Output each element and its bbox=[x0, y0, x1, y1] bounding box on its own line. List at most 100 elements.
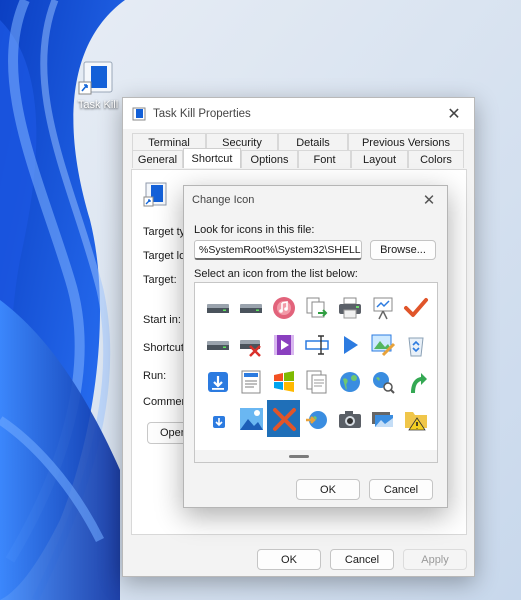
icon-cell[interactable] bbox=[201, 400, 234, 437]
play-icon bbox=[343, 335, 358, 354]
user-icon bbox=[436, 369, 439, 395]
icon-cell[interactable] bbox=[300, 326, 333, 363]
download-icon bbox=[207, 371, 228, 392]
icon-cell[interactable] bbox=[366, 400, 399, 437]
target-label: Target: bbox=[143, 274, 177, 286]
tab-previous-versions[interactable]: Previous Versions bbox=[348, 133, 464, 151]
run-label: Run: bbox=[143, 370, 167, 382]
change-icon-titlebar[interactable]: Change Icon ✕ bbox=[184, 186, 447, 214]
icon-cell[interactable] bbox=[267, 326, 300, 363]
drive-error-icon bbox=[239, 339, 261, 357]
change-icon-cancel-button[interactable]: Cancel bbox=[369, 479, 433, 500]
tab-row-2: General Shortcut Options Font Layout Col… bbox=[132, 148, 464, 168]
icon-cell[interactable] bbox=[201, 363, 234, 400]
icon-cell[interactable] bbox=[399, 400, 432, 437]
icon-cell[interactable] bbox=[333, 363, 366, 400]
icon-cell[interactable] bbox=[234, 326, 267, 363]
desktop-shortcut-task-kill[interactable]: Task Kill bbox=[70, 60, 126, 111]
icon-cell[interactable] bbox=[267, 363, 300, 400]
rename-icon bbox=[304, 334, 329, 355]
close-icon[interactable]: ✕ bbox=[434, 98, 474, 129]
small-download-icon bbox=[212, 415, 225, 428]
select-icon-label: Select an icon from the list below: bbox=[194, 268, 358, 280]
folder-warning-icon bbox=[404, 411, 427, 430]
icon-cell[interactable] bbox=[399, 289, 432, 326]
icon-cell[interactable] bbox=[333, 400, 366, 437]
shortcut-app-icon bbox=[78, 60, 118, 96]
icon-cell[interactable] bbox=[234, 363, 267, 400]
icon-cell[interactable] bbox=[432, 400, 439, 437]
windows-logo-icon bbox=[273, 370, 294, 392]
stacked-images-icon bbox=[371, 411, 393, 427]
tab-row-1: Terminal Security Details Previous Versi… bbox=[132, 133, 464, 151]
image-edit-icon bbox=[371, 334, 395, 356]
icon-cell[interactable] bbox=[267, 400, 300, 437]
globe-search-icon bbox=[372, 371, 395, 394]
properties-cancel-button[interactable]: Cancel bbox=[330, 549, 394, 570]
copy-document-icon bbox=[306, 297, 327, 317]
shortcut-small-icon bbox=[132, 107, 146, 120]
delete-x-icon bbox=[272, 407, 296, 431]
tab-options[interactable]: Options bbox=[241, 150, 298, 168]
music-disc-icon bbox=[272, 296, 295, 319]
properties-ok-button[interactable]: OK bbox=[257, 549, 321, 570]
tab-general[interactable]: General bbox=[132, 150, 183, 168]
change-icon-dialog: Change Icon ✕ Look for icons in this fil… bbox=[183, 185, 448, 508]
shortcut-label: Task Kill bbox=[77, 99, 119, 111]
icon-cell[interactable] bbox=[201, 326, 234, 363]
drive-icon bbox=[239, 303, 262, 313]
presentation-icon bbox=[373, 297, 392, 319]
icon-cell[interactable] bbox=[432, 326, 439, 363]
icon-grid bbox=[201, 289, 439, 437]
globe-icon bbox=[339, 371, 360, 392]
drive-icon bbox=[436, 332, 439, 358]
start-in-label: Start in: bbox=[143, 314, 181, 326]
icon-cell[interactable] bbox=[234, 289, 267, 326]
tab-font[interactable]: Font bbox=[298, 150, 351, 168]
checkmark-icon bbox=[403, 297, 428, 317]
shortcut-large-icon bbox=[143, 182, 167, 207]
recycle-bin-icon bbox=[407, 337, 424, 356]
device-icon bbox=[436, 295, 439, 321]
icon-cell[interactable] bbox=[300, 289, 333, 326]
icon-cell[interactable] bbox=[333, 289, 366, 326]
icon-cell[interactable] bbox=[366, 363, 399, 400]
change-icon-title: Change Icon bbox=[192, 194, 255, 206]
documents-icon bbox=[306, 370, 326, 393]
video-icon bbox=[273, 334, 294, 355]
icon-list[interactable] bbox=[194, 282, 438, 463]
horizontal-scrollbar[interactable] bbox=[195, 450, 437, 462]
icon-cell[interactable] bbox=[300, 363, 333, 400]
icon-cell[interactable] bbox=[267, 289, 300, 326]
properties-button-row: OK Cancel Apply bbox=[257, 549, 467, 570]
icon-cell[interactable] bbox=[366, 289, 399, 326]
icon-cell[interactable] bbox=[234, 400, 267, 437]
change-icon-ok-button[interactable]: OK bbox=[296, 479, 360, 500]
image-icon bbox=[239, 407, 263, 430]
properties-titlebar[interactable]: Task Kill Properties ✕ bbox=[123, 98, 474, 129]
icon-cell[interactable] bbox=[432, 363, 439, 400]
icon-cell[interactable] bbox=[432, 289, 439, 326]
properties-title: Task Kill Properties bbox=[153, 107, 251, 120]
look-for-icons-label: Look for icons in this file: bbox=[194, 224, 315, 236]
scrollbar-thumb[interactable] bbox=[289, 455, 309, 458]
drive-icon bbox=[206, 303, 229, 313]
green-arrow-icon bbox=[410, 372, 427, 393]
icon-cell[interactable] bbox=[333, 326, 366, 363]
close-icon[interactable]: ✕ bbox=[411, 186, 447, 214]
icon-cell[interactable] bbox=[300, 400, 333, 437]
icon-cell[interactable] bbox=[366, 326, 399, 363]
camera-icon bbox=[338, 410, 361, 428]
icon-cell[interactable] bbox=[201, 289, 234, 326]
tab-shortcut[interactable]: Shortcut bbox=[183, 148, 241, 168]
browse-button[interactable]: Browse... bbox=[370, 240, 436, 260]
tab-details[interactable]: Details bbox=[278, 133, 348, 151]
tab-colors[interactable]: Colors bbox=[408, 150, 464, 168]
properties-apply-button[interactable]: Apply bbox=[403, 549, 467, 570]
disc-icon bbox=[436, 406, 439, 432]
globe-arrow-icon bbox=[305, 410, 327, 429]
icon-cell[interactable] bbox=[399, 326, 432, 363]
icon-file-path-input[interactable]: %SystemRoot%\System32\SHELL32.dll bbox=[194, 240, 362, 260]
tab-layout[interactable]: Layout bbox=[351, 150, 408, 168]
icon-cell[interactable] bbox=[399, 363, 432, 400]
